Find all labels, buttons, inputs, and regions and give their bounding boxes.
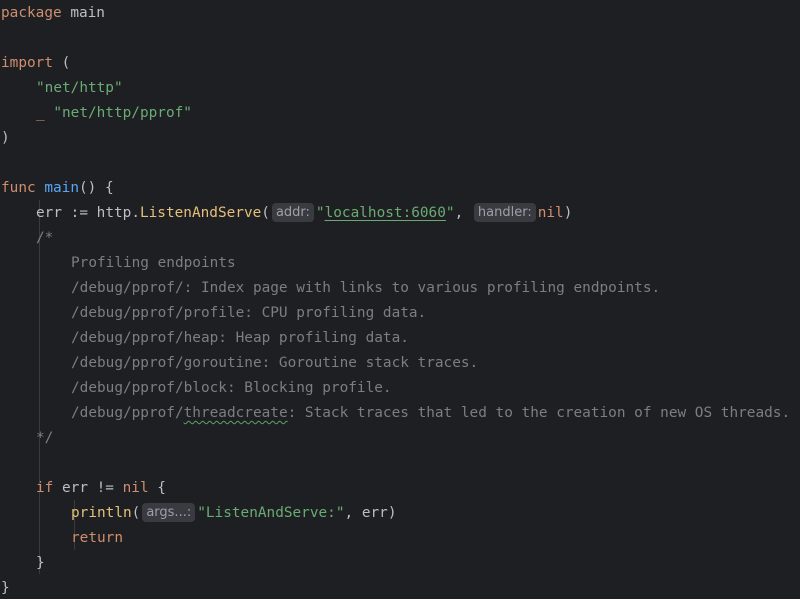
println-args-rest: , err)	[344, 505, 397, 521]
main-close-brace: }	[1, 580, 10, 596]
comment-text: /debug/pprof/goroutine: Goroutine stack …	[71, 355, 479, 371]
inlay-hint-args: args...:	[142, 503, 196, 522]
blank-identifier: _	[36, 105, 54, 121]
keyword-return: return	[71, 530, 123, 546]
comment-text: /debug/pprof/: Index page with links to …	[71, 280, 661, 296]
code-line-24[interactable]: }	[1, 576, 10, 599]
quote: "	[315, 205, 325, 221]
comment-open: /*	[36, 230, 54, 246]
import-open-paren: (	[52, 55, 71, 71]
typo-squiggle-threadcreate[interactable]: threadcreate	[184, 405, 288, 421]
if-condition: err !=	[53, 480, 123, 496]
code-line-9[interactable]: err := http.ListenAndServe(addr: "localho…	[36, 201, 572, 226]
listen-and-serve-call: ListenAndServe	[139, 205, 262, 221]
code-line-21[interactable]: println(args...: "ListenAndServe:", err)	[71, 501, 397, 526]
comment-close: */	[36, 430, 54, 446]
comment-text: /debug/pprof/	[71, 405, 184, 421]
import-close-paren: )	[1, 130, 10, 146]
addr-string-value[interactable]: localhost:6060	[325, 205, 446, 221]
println-call: println	[71, 505, 132, 521]
println-string: "ListenAndServe:"	[197, 505, 345, 521]
code-line-11[interactable]: Profiling endpoints	[71, 251, 236, 276]
code-line-15[interactable]: /debug/pprof/goroutine: Goroutine stack …	[71, 351, 478, 376]
dot: .	[131, 205, 140, 221]
code-line-8[interactable]: func main() {	[1, 176, 114, 201]
code-line-23[interactable]: }	[36, 551, 45, 576]
code-line-20[interactable]: if err != nil {	[36, 476, 166, 501]
code-line-10[interactable]: /*	[36, 226, 53, 251]
package-name: main	[61, 5, 105, 21]
import-net-http-pprof: "net/http/pprof"	[53, 105, 192, 121]
quote: "	[445, 205, 455, 221]
keyword-package: package	[1, 5, 62, 21]
comment-text: /debug/pprof/heap: Heap profiling data.	[71, 330, 409, 346]
if-open-brace: {	[148, 480, 166, 496]
indent-guide-main	[39, 200, 40, 574]
keyword-if: if	[36, 480, 54, 496]
open-paren: (	[131, 505, 141, 521]
import-net-http: "net/http"	[36, 80, 123, 96]
http-package: http	[96, 205, 132, 221]
open-paren: (	[261, 205, 270, 221]
comment-text: /debug/pprof/profile: CPU profiling data…	[71, 305, 427, 321]
code-line-16[interactable]: /debug/pprof/block: Blocking profile.	[71, 376, 392, 401]
keyword-import: import	[1, 55, 53, 71]
keyword-nil: nil	[122, 480, 149, 496]
code-line-14[interactable]: /debug/pprof/heap: Heap profiling data.	[71, 326, 409, 351]
keyword-func: func	[1, 180, 36, 196]
code-line-6[interactable]: )	[1, 126, 10, 151]
comment-text: Profiling endpoints	[71, 255, 236, 271]
inlay-hint-handler: handler:	[473, 203, 536, 222]
code-line-18[interactable]: */	[36, 426, 53, 451]
comment-text: /debug/pprof/block: Blocking profile.	[71, 380, 392, 396]
close-paren: )	[563, 205, 573, 221]
inlay-hint-addr: addr:	[271, 203, 314, 222]
code-line-22[interactable]: return	[71, 526, 123, 551]
comment-text: : Stack traces that led to the creation …	[287, 405, 791, 421]
function-signature: () {	[78, 180, 114, 196]
code-line-13[interactable]: /debug/pprof/profile: CPU profiling data…	[71, 301, 426, 326]
comma: ,	[454, 205, 472, 221]
err-declaration: err :=	[36, 205, 97, 221]
keyword-nil: nil	[537, 205, 564, 221]
function-name-main: main	[44, 180, 79, 196]
code-line-5[interactable]: _ "net/http/pprof"	[36, 101, 192, 126]
code-line-3[interactable]: import (	[1, 51, 70, 76]
if-close-brace: }	[36, 555, 45, 571]
code-line-4[interactable]: "net/http"	[36, 76, 123, 101]
code-line-1[interactable]: package main	[1, 1, 105, 26]
code-line-17[interactable]: /debug/pprof/threadcreate: Stack traces …	[71, 401, 790, 426]
code-editor[interactable]: package main import ( "net/http" _ "net/…	[0, 0, 800, 599]
code-line-12[interactable]: /debug/pprof/: Index page with links to …	[71, 276, 660, 301]
